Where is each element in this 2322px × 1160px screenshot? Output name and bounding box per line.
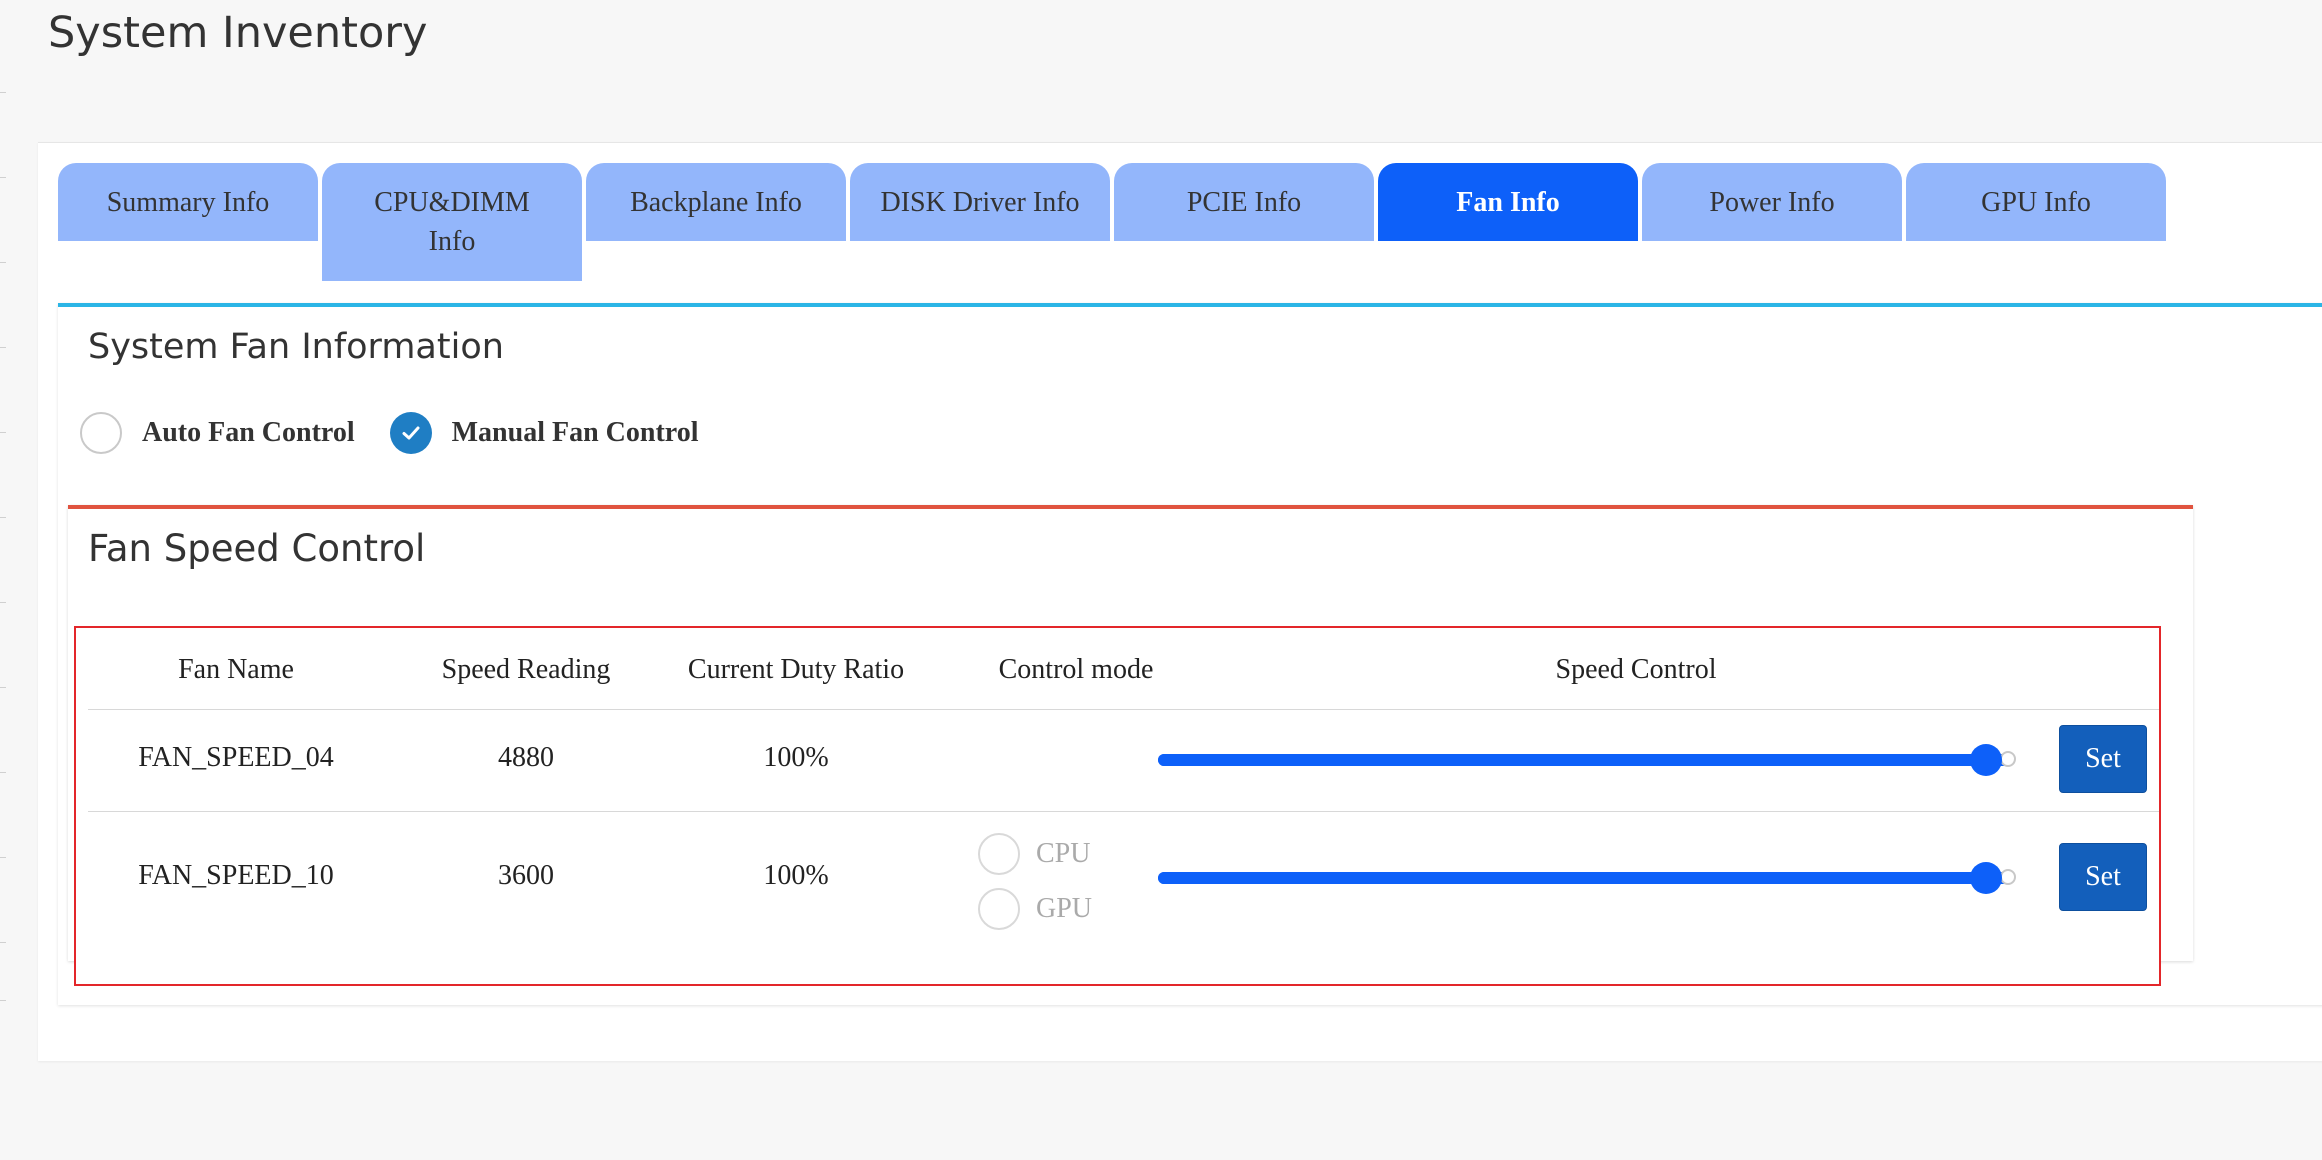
slider-end-marker [2000,751,2016,767]
tab-fan-info[interactable]: Fan Info [1378,163,1638,241]
duty-ratio-cell: 100% [763,860,829,891]
tab-cpu-dimm-info[interactable]: CPU&DIMM Info [322,163,582,281]
system-fan-panel: System Fan Information Auto Fan Control … [58,303,2322,1005]
slider-fill [1158,872,1986,884]
checkmark-icon [402,426,420,440]
slider-end-marker [2000,869,2016,885]
speed-reading-cell: 3600 [498,860,554,891]
manual-fan-control-option[interactable]: Manual Fan Control [389,412,699,454]
fan-speed-slider[interactable] [1158,742,2016,776]
auto-fan-control-option[interactable]: Auto Fan Control [80,412,355,454]
control-mode-cpu-option[interactable]: CPU [978,833,1090,875]
manual-fan-control-label: Manual Fan Control [451,417,699,448]
control-mode-gpu-radio[interactable] [978,888,1020,930]
slider-fill [1158,754,1986,766]
fan-speed-slider[interactable] [1158,860,2016,894]
slider-thumb[interactable] [1970,862,2002,894]
auto-fan-control-label: Auto Fan Control [142,417,355,448]
tab-pcie-info[interactable]: PCIE Info [1114,163,1374,241]
inventory-card: Summary Info CPU&DIMM Info Backplane Inf… [38,142,2322,1061]
set-button[interactable]: Set [2059,725,2147,793]
fan-speed-table: Fan Name Speed Reading Current Duty Rati… [74,626,2161,986]
slider-thumb[interactable] [1970,744,2002,776]
control-mode-cpu-radio[interactable] [978,833,1020,875]
table-row-divider [88,811,2159,812]
tab-backplane-info[interactable]: Backplane Info [586,163,846,241]
tab-summary-info[interactable]: Summary Info [58,163,318,241]
tab-cpu-dimm-label: CPU&DIMM Info [374,187,530,257]
table-header-divider [88,709,2159,710]
tab-disk-driver-info[interactable]: DISK Driver Info [850,163,1110,241]
column-header-current-duty-ratio: Current Duty Ratio [687,654,905,685]
column-header-fan-name: Fan Name [178,654,294,685]
control-mode-cpu-label: CPU [1036,838,1091,869]
control-mode-gpu-option[interactable]: GPU [978,888,1092,930]
manual-fan-control-radio[interactable] [389,412,432,454]
duty-ratio-cell: 100% [763,742,829,773]
auto-fan-control-radio[interactable] [80,412,122,454]
page-title: System Inventory [48,8,428,58]
speed-reading-cell: 4880 [498,742,554,773]
fan-speed-control-title: Fan Speed Control [88,527,426,570]
system-fan-title: System Fan Information [88,327,504,367]
fan-name-cell: FAN_SPEED_10 [138,860,334,891]
column-header-speed-control: Speed Control [1555,654,1717,685]
fan-speed-control-card: Fan Speed Control Fan Name Speed Reading… [68,505,2193,986]
fan-name-cell: FAN_SPEED_04 [138,742,334,773]
tab-power-info[interactable]: Power Info [1642,163,1902,241]
set-button[interactable]: Set [2059,843,2147,911]
left-edge-ticks [0,0,8,1160]
column-header-control-mode: Control mode [998,654,1154,685]
column-header-speed-reading: Speed Reading [441,654,611,685]
control-mode-gpu-label: GPU [1036,893,1093,924]
fan-control-mode-group: Auto Fan Control Manual Fan Control [80,410,733,456]
tab-gpu-info[interactable]: GPU Info [1906,163,2166,241]
